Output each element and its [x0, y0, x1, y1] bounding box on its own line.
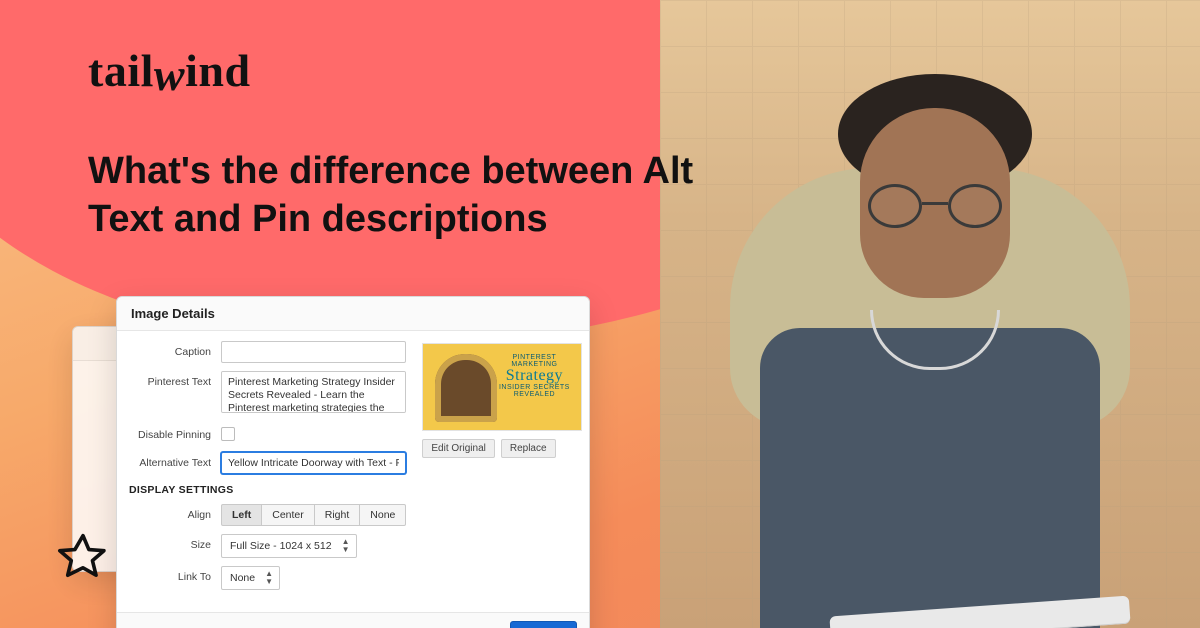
- star-icon: [56, 530, 110, 584]
- field-disable-pinning: Disable Pinning: [129, 424, 406, 444]
- thumbnail-text: PINTEREST MARKETING Strategy INSIDER SEC…: [495, 354, 573, 398]
- form-column: Caption Pinterest Text Pinterest Marketi…: [117, 331, 418, 612]
- field-align: Align Left Center Right None: [129, 504, 406, 526]
- field-size: Size Full Size - 1024 x 512 ▲▼: [129, 534, 406, 558]
- brand-logo: tailwind: [88, 44, 251, 101]
- panel-title: Image Details: [117, 297, 589, 331]
- display-settings-heading: DISPLAY SETTINGS: [129, 484, 406, 496]
- stepper-icon: ▲▼: [340, 538, 352, 554]
- edit-original-button[interactable]: Edit Original: [422, 439, 494, 458]
- hero-photo: [660, 0, 1200, 628]
- size-select[interactable]: Full Size - 1024 x 512 ▲▼: [221, 534, 357, 558]
- align-option-none[interactable]: None: [360, 504, 406, 526]
- pinterest-text-input[interactable]: Pinterest Marketing Strategy Insider Sec…: [221, 371, 406, 413]
- field-link-to: Link To None ▲▼: [129, 566, 406, 590]
- thumb-line2: INSIDER SECRETS REVEALED: [495, 384, 573, 398]
- alternative-text-label: Alternative Text: [129, 452, 221, 469]
- align-option-right[interactable]: Right: [315, 504, 361, 526]
- link-to-label: Link To: [129, 566, 221, 583]
- size-value: Full Size - 1024 x 512: [230, 540, 332, 552]
- link-to-value: None: [230, 572, 255, 584]
- stepper-icon: ▲▼: [263, 570, 275, 586]
- caption-label: Caption: [129, 341, 221, 358]
- pinterest-text-label: Pinterest Text: [129, 371, 221, 388]
- thumb-script: Strategy: [495, 368, 573, 384]
- size-label: Size: [129, 534, 221, 551]
- align-option-center[interactable]: Center: [262, 504, 315, 526]
- update-button[interactable]: Update: [510, 621, 577, 628]
- door-illustration: [435, 354, 497, 422]
- align-segmented: Left Center Right None: [221, 504, 406, 526]
- headline: What's the difference between Alt Text a…: [88, 148, 708, 243]
- field-caption: Caption: [129, 341, 406, 363]
- preview-column: PINTEREST MARKETING Strategy INSIDER SEC…: [418, 331, 590, 612]
- image-details-panel: Image Details Caption Pinterest Text Pin…: [116, 296, 590, 628]
- person-illustration: [710, 68, 1150, 628]
- caption-input[interactable]: [221, 341, 406, 363]
- field-pinterest-text: Pinterest Text Pinterest Marketing Strat…: [129, 371, 406, 416]
- field-alternative-text: Alternative Text: [129, 452, 406, 474]
- alternative-text-input[interactable]: [221, 452, 406, 474]
- replace-button[interactable]: Replace: [501, 439, 556, 458]
- promo-canvas: tailwind What's the difference between A…: [0, 0, 1200, 628]
- image-thumbnail[interactable]: PINTEREST MARKETING Strategy INSIDER SEC…: [422, 343, 582, 431]
- thumb-line1: PINTEREST MARKETING: [495, 354, 573, 368]
- disable-pinning-label: Disable Pinning: [129, 424, 221, 441]
- disable-pinning-checkbox[interactable]: [221, 427, 235, 441]
- link-to-select[interactable]: None ▲▼: [221, 566, 280, 590]
- align-option-left[interactable]: Left: [221, 504, 262, 526]
- align-label: Align: [129, 504, 221, 521]
